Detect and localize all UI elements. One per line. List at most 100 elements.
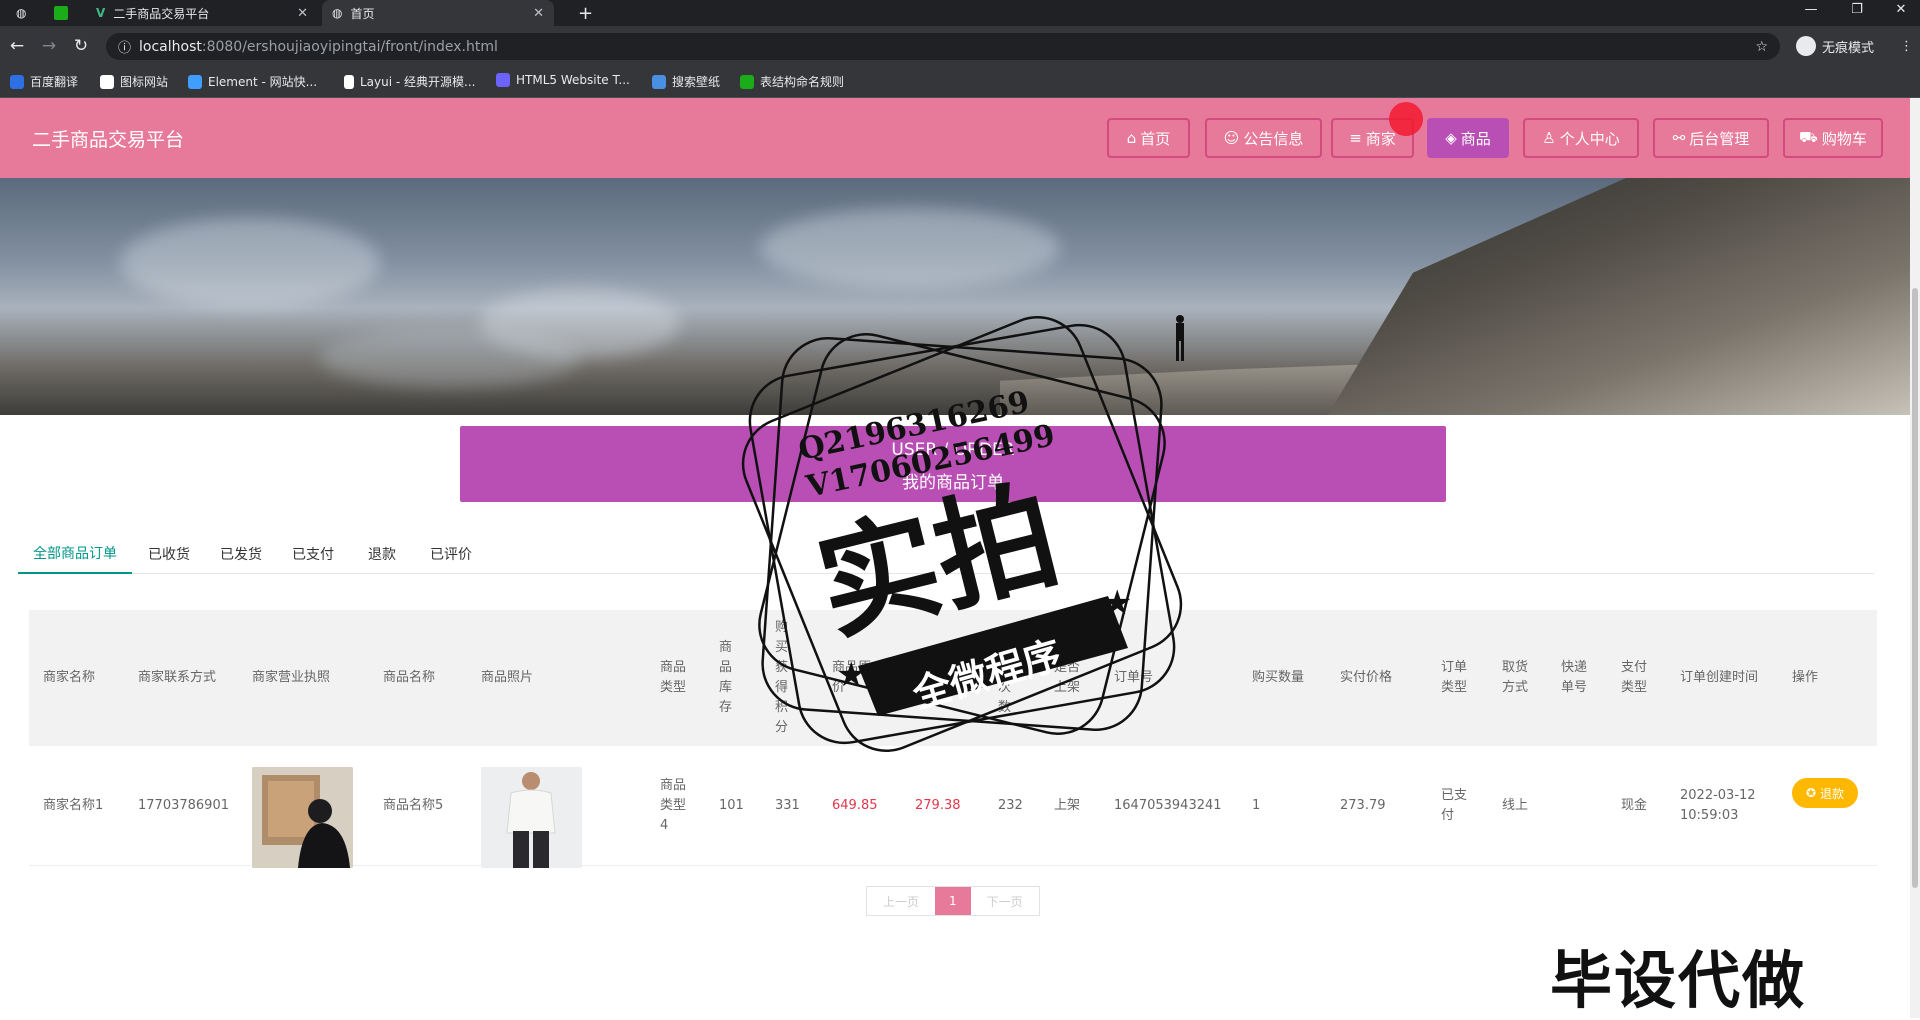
tab-paid[interactable]: 已支付 xyxy=(292,534,334,574)
globe-icon: ◍ xyxy=(16,6,27,20)
page-number-button[interactable]: 1 xyxy=(935,887,971,915)
bookmark-item[interactable]: 图标网站 xyxy=(100,73,168,90)
bookmark-label: 百度翻译 xyxy=(30,75,79,89)
tab-shipped[interactable]: 已发货 xyxy=(220,534,262,574)
close-icon[interactable]: ✕ xyxy=(533,6,544,21)
scrollbar-thumb[interactable] xyxy=(1912,288,1918,888)
column-header: 商家营业执照 xyxy=(252,670,331,685)
globe-icon: ◍ xyxy=(332,6,343,20)
reload-button[interactable]: ↻ xyxy=(70,35,92,57)
goods-photo-image[interactable] xyxy=(481,767,582,868)
bookmark-item[interactable]: HTML5 Website T... xyxy=(496,73,630,87)
business-license-image[interactable] xyxy=(252,767,353,868)
column-header: 快递单号 xyxy=(1561,660,1588,695)
nav-label: 购物车 xyxy=(1821,129,1867,148)
cell-express-no xyxy=(1561,746,1601,866)
info-icon: ⓘ xyxy=(118,41,132,56)
incognito-icon xyxy=(1796,36,1816,56)
bookmark-favicon-icon xyxy=(740,74,754,89)
close-icon[interactable]: ✕ xyxy=(297,6,308,21)
nav-goods-button[interactable]: ◈ 商品 xyxy=(1427,118,1509,158)
menu-dots-icon[interactable]: ⋮ xyxy=(1900,39,1913,54)
nav-user-center-button[interactable]: ♙ 个人中心 xyxy=(1523,118,1639,158)
column-header: 商品照片 xyxy=(481,670,534,685)
bookmark-favicon-icon xyxy=(100,74,114,89)
watermark-stamp: Q2196316269 V17060256499 实拍 全微程序 ★ ★ xyxy=(741,316,1183,752)
nav-label: 公告信息 xyxy=(1243,129,1304,148)
nav-label: 首页 xyxy=(1140,129,1171,148)
spreadsheet-icon xyxy=(54,6,68,20)
column-header: 支付类型 xyxy=(1621,660,1648,695)
nav-cart-button[interactable]: ⛟ 购物车 xyxy=(1783,118,1883,158)
nav-label: 商品 xyxy=(1460,129,1491,148)
home-icon: ⌂ xyxy=(1126,129,1137,147)
user-icon: ♙ xyxy=(1542,129,1556,147)
profile-button[interactable]: 无痕模式 ⋮ xyxy=(1796,35,1913,57)
nav-notice-button[interactable]: ☺ 公告信息 xyxy=(1205,118,1322,158)
column-header: 订单类型 xyxy=(1441,660,1468,695)
cart-icon: ⛟ xyxy=(1799,128,1818,146)
minimize-button[interactable]: — xyxy=(1796,2,1826,24)
new-tab-button[interactable]: + xyxy=(568,0,598,26)
bookmark-favicon-icon xyxy=(652,74,666,89)
tab-reviewed[interactable]: 已评价 xyxy=(430,534,472,574)
column-header: 购买数量 xyxy=(1252,670,1305,685)
tab-refund[interactable]: 退款 xyxy=(368,534,396,574)
link-icon: ⚯ xyxy=(1672,129,1686,147)
mouse-cursor-highlight xyxy=(1389,102,1423,136)
page-scrollbar[interactable] xyxy=(1910,98,1920,1018)
column-header: 实付价格 xyxy=(1340,670,1393,685)
refund-button[interactable]: ✪ 退款 xyxy=(1792,778,1858,808)
bookmark-item[interactable]: Element - 网站快... xyxy=(188,73,317,90)
window-close-button[interactable]: ✕ xyxy=(1886,2,1916,24)
prev-page-button[interactable]: 上一页 xyxy=(867,887,935,915)
browser-tab-title: 二手商品交易平台 xyxy=(113,6,210,21)
cell-shop-phone: 17703786901 xyxy=(138,798,229,813)
browser-tab-3[interactable]: V 二手商品交易平台 ✕ xyxy=(86,0,318,26)
nav-admin-button[interactable]: ⚯ 后台管理 xyxy=(1653,118,1769,158)
nav-home-button[interactable]: ⌂ 首页 xyxy=(1107,118,1190,158)
shop-icon: ≡ xyxy=(1349,129,1362,147)
goods-icon: ◈ xyxy=(1445,129,1457,147)
cell-pay-type: 现金 xyxy=(1621,798,1648,813)
bookmark-item[interactable]: 搜索壁纸 xyxy=(652,73,720,90)
star-icon: ★ xyxy=(836,655,866,695)
browser-tab-1[interactable]: ◍ xyxy=(6,0,42,26)
forward-button[interactable]: → xyxy=(38,35,60,57)
bookmark-label: 图标网站 xyxy=(120,75,169,89)
bookmark-favicon-icon xyxy=(188,74,202,89)
bookmark-favicon-icon xyxy=(344,74,354,89)
pagination: 上一页 1 下一页 xyxy=(866,886,1040,916)
tab-received[interactable]: 已收货 xyxy=(148,534,190,574)
browser-tab-2[interactable] xyxy=(44,0,84,26)
back-button[interactable]: ← xyxy=(6,35,28,57)
bookmark-item[interactable]: Layui - 经典开源模... xyxy=(344,73,475,90)
browser-tabstrip: ◍ V 二手商品交易平台 ✕ ◍ 首页 ✕ + — ❐ ✕ xyxy=(0,0,1920,26)
refund-icon: ✪ xyxy=(1805,786,1817,800)
bookmark-label: Element - 网站快... xyxy=(208,75,318,89)
url-host: localhost xyxy=(139,38,202,55)
tab-all-orders[interactable]: 全部商品订单 xyxy=(18,534,132,574)
cell-qty: 1 xyxy=(1252,798,1261,813)
profile-label: 无痕模式 xyxy=(1822,40,1875,56)
bookmark-item[interactable]: 表结构命名规则 xyxy=(740,73,844,90)
restore-button[interactable]: ❐ xyxy=(1842,2,1872,24)
bookmark-item[interactable]: 百度翻译 xyxy=(10,73,78,90)
browser-tab-4[interactable]: ◍ 首页 ✕ xyxy=(322,0,554,26)
column-header: 商家联系方式 xyxy=(138,670,217,685)
column-header: 操作 xyxy=(1792,670,1819,685)
cell-paid: 273.79 xyxy=(1340,798,1386,813)
url-path: :8080/ershoujiaoyipingtai/front/index.ht… xyxy=(201,38,498,55)
notice-icon: ☺ xyxy=(1223,129,1240,147)
next-page-button[interactable]: 下一页 xyxy=(971,887,1039,915)
address-bar: ← → ↻ ⓘ localhost:8080/ershoujiaoyipingt… xyxy=(0,26,1920,66)
url-input[interactable]: ⓘ localhost:8080/ershoujiaoyipingtai/fro… xyxy=(106,33,1780,60)
star-icon: ★ xyxy=(1102,583,1132,623)
nav-label: 后台管理 xyxy=(1689,129,1750,148)
plus-icon: + xyxy=(578,2,594,24)
corner-watermark: 毕设代做 xyxy=(1550,944,1807,1017)
column-header: 商品名称 xyxy=(383,670,436,685)
bookmark-label: 表结构命名规则 xyxy=(760,75,845,89)
bookmark-star-icon[interactable]: ☆ xyxy=(1755,39,1768,55)
nav-label: 商家 xyxy=(1365,129,1396,148)
